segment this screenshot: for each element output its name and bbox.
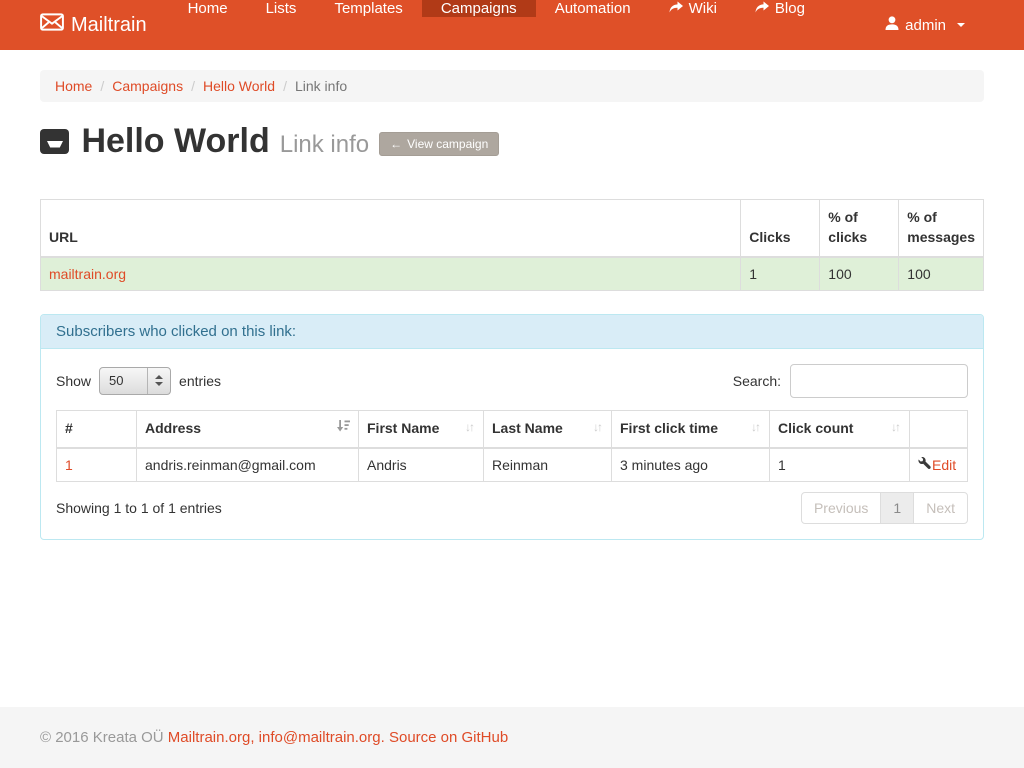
link-stats-table: URL Clicks % of clicks % of messages mai…: [40, 199, 984, 291]
link-stats-header-row: URL Clicks % of clicks % of messages: [41, 200, 984, 257]
col-pct-clicks: % of clicks: [820, 200, 899, 257]
brand-link[interactable]: Mailtrain: [40, 0, 147, 50]
footer-email-link[interactable]: info@mailtrain.org: [259, 729, 381, 746]
footer-site-link[interactable]: Mailtrain.org: [168, 729, 251, 746]
envelope-icon: [40, 13, 64, 37]
subscriber-click-count: 1: [770, 448, 910, 482]
subscriber-address: andris.reinman@gmail.com: [137, 448, 359, 482]
page-title: Hello World: [40, 122, 270, 161]
footer-source-link[interactable]: Source on GitHub: [389, 729, 508, 746]
inbox-icon: [40, 125, 79, 163]
subscriber-row: 1 andris.reinman@gmail.com Andris Reinma…: [57, 448, 968, 482]
user-icon: [885, 16, 899, 34]
col-actions: [910, 410, 968, 447]
nav-item-wiki[interactable]: Wiki: [650, 0, 736, 17]
breadcrumb-separator: /: [183, 78, 203, 94]
col-index[interactable]: #: [57, 410, 137, 447]
table-info: Showing 1 to 1 of 1 entries: [56, 500, 222, 516]
nav-item-campaigns[interactable]: Campaigns: [422, 0, 536, 17]
page-size-select[interactable]: 50: [99, 367, 171, 395]
subscribers-table: # Address: [56, 410, 968, 482]
breadcrumb-separator: /: [275, 78, 295, 94]
page-footer: © 2016 Kreata OÜ Mailtrain.org, info@mai…: [0, 707, 1024, 768]
external-link-icon: [755, 0, 769, 17]
link-pct-messages: 100: [899, 257, 984, 291]
pagination: Previous 1 Next: [801, 492, 968, 524]
wrench-icon: [918, 457, 931, 473]
nav-item-automation[interactable]: Automation: [536, 0, 650, 17]
pagination-page-1[interactable]: 1: [880, 492, 914, 524]
col-first-click-time[interactable]: First click time ↓↑: [612, 410, 770, 447]
breadcrumb-hello-world[interactable]: Hello World: [203, 78, 275, 94]
subscriber-index: 1: [57, 448, 137, 482]
nav-item-home[interactable]: Home: [169, 0, 247, 17]
search-input[interactable]: [790, 364, 968, 398]
copyright-text: © 2016 Kreata OÜ: [40, 729, 164, 746]
sort-icon: ↓↑: [751, 419, 761, 436]
col-clicks: Clicks: [741, 200, 820, 257]
edit-subscriber-link[interactable]: Edit: [918, 457, 956, 473]
external-link-icon: [669, 0, 683, 17]
page-subtitle: Link info: [280, 131, 369, 159]
subscribers-panel: Subscribers who clicked on this link: Sh…: [40, 314, 984, 540]
sort-icon: ↓↑: [891, 419, 901, 436]
search-label: Search:: [733, 373, 781, 389]
link-clicks: 1: [741, 257, 820, 291]
panel-heading: Subscribers who clicked on this link:: [41, 315, 983, 349]
user-menu[interactable]: admin: [866, 0, 984, 50]
top-navbar: Mailtrain Home Lists Templates Campaigns…: [0, 0, 1024, 50]
col-click-count[interactable]: Click count ↓↑: [770, 410, 910, 447]
link-stats-row: mailtrain.org 1 100 100: [41, 257, 984, 291]
subscriber-first-name: Andris: [359, 448, 484, 482]
main-nav: Home Lists Templates Campaigns Automatio…: [169, 0, 824, 50]
nav-item-lists[interactable]: Lists: [247, 0, 316, 17]
subscribers-header-row: # Address: [57, 410, 968, 447]
subscriber-first-click: 3 minutes ago: [612, 448, 770, 482]
sort-ascending-icon: [336, 419, 350, 439]
breadcrumb-home[interactable]: Home: [55, 78, 92, 94]
link-pct-clicks: 100: [820, 257, 899, 291]
sort-icon: ↓↑: [593, 419, 603, 436]
view-campaign-button[interactable]: ← View campaign: [379, 132, 499, 156]
link-url[interactable]: mailtrain.org: [49, 266, 126, 282]
col-first-name[interactable]: First Name ↓↑: [359, 410, 484, 447]
brand-label: Mailtrain: [71, 14, 147, 37]
breadcrumb-current: Link info: [295, 78, 347, 94]
col-pct-messages: % of messages: [899, 200, 984, 257]
col-url: URL: [41, 200, 741, 257]
breadcrumb: Home / Campaigns / Hello World / Link in…: [40, 70, 984, 102]
select-spinner-icon: [147, 368, 170, 394]
nav-item-templates[interactable]: Templates: [315, 0, 421, 17]
caret-down-icon: [957, 23, 965, 27]
user-name: admin: [905, 17, 946, 34]
sort-icon: ↓↑: [465, 419, 475, 436]
page-header: Hello World Link info ← View campaign: [40, 122, 984, 161]
page-length-control: Show 50 entries: [56, 367, 221, 395]
back-arrow-icon: ←: [390, 137, 402, 151]
breadcrumb-campaigns[interactable]: Campaigns: [112, 78, 183, 94]
breadcrumb-separator: /: [92, 78, 112, 94]
show-label: Show: [56, 373, 91, 389]
pagination-next[interactable]: Next: [913, 492, 968, 524]
pagination-previous[interactable]: Previous: [801, 492, 881, 524]
nav-item-blog[interactable]: Blog: [736, 0, 824, 17]
col-address[interactable]: Address: [137, 410, 359, 447]
entries-label: entries: [179, 373, 221, 389]
subscriber-last-name: Reinman: [484, 448, 612, 482]
col-last-name[interactable]: Last Name ↓↑: [484, 410, 612, 447]
